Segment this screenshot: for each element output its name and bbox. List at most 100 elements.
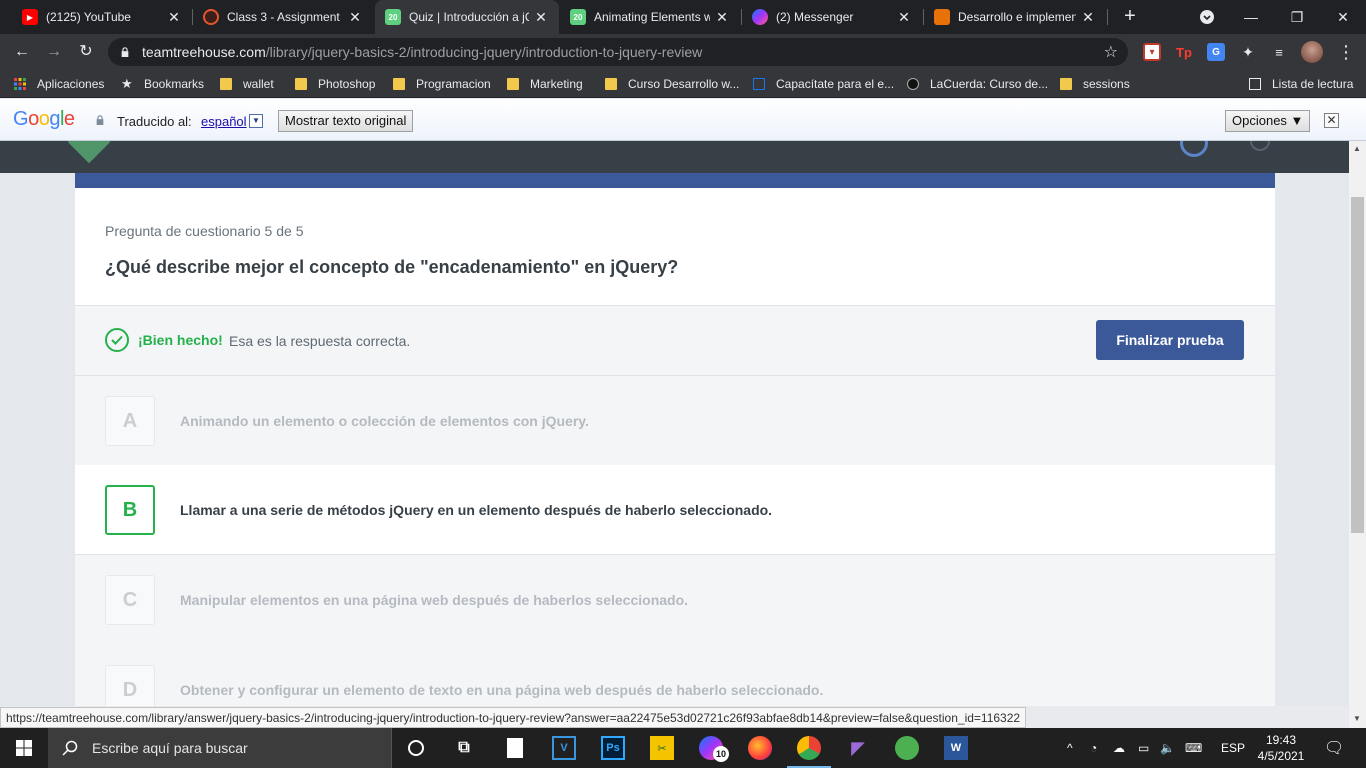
restore-button[interactable]: ❐ bbox=[1274, 0, 1320, 34]
bookmark-wallet[interactable]: wallet bbox=[220, 76, 274, 92]
tab-search-button[interactable] bbox=[1184, 0, 1230, 34]
slides-icon bbox=[934, 9, 950, 25]
address-bar[interactable]: teamtreehouse.com/library/jquery-basics-… bbox=[108, 38, 1128, 66]
language-dropdown-icon[interactable]: ▼ bbox=[249, 114, 263, 128]
close-tab-icon[interactable]: ✕ bbox=[533, 9, 549, 26]
system-clock[interactable]: 19:43 4/5/2021 bbox=[1252, 732, 1310, 764]
bookmarks-bar: Aplicaciones ★ Bookmarks wallet Photosho… bbox=[0, 70, 1366, 98]
snipping-tool-icon[interactable]: ✂ bbox=[650, 736, 674, 760]
chevron-down-icon bbox=[1200, 10, 1214, 24]
quiz-header-strip bbox=[75, 173, 1275, 188]
show-hidden-icons-button[interactable]: ^ bbox=[1067, 728, 1073, 768]
forward-button[interactable]: → bbox=[42, 40, 66, 64]
bookmark-photoshop[interactable]: Photoshop bbox=[295, 76, 375, 92]
treehouse-icon: 20 bbox=[385, 9, 401, 25]
messenger-app-icon[interactable]: 10 bbox=[699, 736, 729, 762]
tab-quiz[interactable]: 20 Quiz | Introducción a jQ ✕ bbox=[375, 0, 559, 34]
answer-option-c[interactable]: C Manipular elementos en una página web … bbox=[75, 555, 1275, 645]
bookmark-star-icon[interactable]: ☆ bbox=[1104, 42, 1118, 62]
scroll-down-arrow-icon[interactable]: ▼ bbox=[1353, 714, 1361, 723]
close-tab-icon[interactable]: ✕ bbox=[347, 9, 363, 26]
chrome-icon[interactable] bbox=[787, 736, 831, 768]
media-control-icon[interactable]: ≡ bbox=[1270, 43, 1288, 61]
close-tab-icon[interactable]: ✕ bbox=[896, 9, 912, 26]
close-tab-icon[interactable]: ✕ bbox=[714, 9, 730, 26]
bookmark-programacion[interactable]: Programacion bbox=[393, 76, 491, 92]
tab-desarrollo[interactable]: Desarrollo e implemen ✕ bbox=[924, 0, 1106, 34]
greenshot-icon[interactable] bbox=[895, 736, 919, 760]
start-button[interactable] bbox=[0, 728, 48, 768]
answer-letter: C bbox=[105, 575, 155, 625]
photoshop-icon[interactable]: Ps bbox=[601, 736, 625, 760]
tab-animating[interactable]: 20 Animating Elements w ✕ bbox=[560, 0, 740, 34]
progress-ring-icon bbox=[1180, 141, 1208, 157]
extensions-puzzle-icon[interactable]: ✦ bbox=[1239, 43, 1257, 61]
close-window-button[interactable]: ✕ bbox=[1320, 0, 1366, 34]
firefox-icon[interactable] bbox=[748, 736, 772, 760]
close-tab-icon[interactable]: ✕ bbox=[1080, 9, 1096, 26]
question-card: Pregunta de cuestionario 5 de 5 ¿Qué des… bbox=[75, 188, 1275, 306]
new-tab-button[interactable]: + bbox=[1118, 4, 1142, 28]
tp-extension-icon[interactable]: Tp bbox=[1175, 43, 1193, 61]
volume-icon[interactable]: 🔈 bbox=[1160, 728, 1175, 768]
lock-icon bbox=[121, 47, 129, 57]
profile-avatar[interactable] bbox=[1301, 41, 1323, 63]
visual-studio-icon[interactable]: ◤ bbox=[846, 736, 870, 760]
onedrive-icon[interactable]: ☁ bbox=[1113, 728, 1125, 768]
bookmark-capacitate[interactable]: Capacítate para el e... bbox=[753, 76, 894, 92]
file-icon[interactable] bbox=[503, 736, 527, 760]
battery-icon[interactable]: ▭ bbox=[1138, 728, 1149, 768]
finish-quiz-button[interactable]: Finalizar prueba bbox=[1096, 320, 1244, 360]
answer-option-d[interactable]: D Obtener y configurar un elemento de te… bbox=[75, 645, 1275, 706]
input-language[interactable]: ESP bbox=[1221, 728, 1245, 768]
bookmark-label: Bookmarks bbox=[144, 77, 205, 91]
tab-title: (2) Messenger bbox=[776, 10, 854, 24]
action-center-icon[interactable]: 🗨 bbox=[1324, 728, 1344, 768]
tab-class3[interactable]: Class 3 - Assignment 3 ✕ bbox=[193, 0, 373, 34]
back-button[interactable]: ← bbox=[10, 40, 34, 64]
target-language-link[interactable]: español bbox=[201, 114, 247, 129]
translate-options-button[interactable]: Opciones ▼ bbox=[1225, 110, 1311, 132]
browser-toolbar: ← → ↻ teamtreehouse.com/library/jquery-b… bbox=[0, 34, 1366, 70]
scroll-up-arrow-icon[interactable]: ▲ bbox=[1353, 144, 1361, 153]
browser-menu-icon[interactable]: ⋮ bbox=[1334, 40, 1358, 64]
clock-date: 4/5/2021 bbox=[1257, 749, 1305, 763]
close-tab-icon[interactable]: ✕ bbox=[166, 9, 182, 26]
bookmark-label: LaCuerda: Curso de... bbox=[930, 77, 1049, 91]
show-original-button[interactable]: Mostrar texto original bbox=[278, 110, 414, 132]
bookmark-marketing[interactable]: Marketing bbox=[507, 76, 583, 92]
scrollbar-thumb[interactable] bbox=[1351, 197, 1364, 533]
folder-icon bbox=[1060, 78, 1072, 90]
bookmark-apps[interactable]: Aplicaciones bbox=[14, 76, 104, 92]
treehouse-logo bbox=[67, 141, 111, 164]
close-translate-bar-icon[interactable]: ✕ bbox=[1324, 113, 1339, 128]
bookmark-label: wallet bbox=[243, 77, 274, 91]
word-icon[interactable]: W bbox=[944, 736, 968, 760]
answer-option-a[interactable]: A Animando un elemento o colección de el… bbox=[75, 376, 1275, 466]
reading-list-button[interactable]: Lista de lectura bbox=[1249, 76, 1353, 92]
bookmark-bookmarks[interactable]: ★ Bookmarks bbox=[121, 76, 204, 92]
page-scrollbar[interactable]: ▲ ▼ bbox=[1349, 141, 1366, 728]
pocket-extension-icon[interactable]: ▾ bbox=[1143, 43, 1161, 61]
bookmark-curso-desarrollo[interactable]: Curso Desarrollo w... bbox=[605, 76, 739, 92]
translate-extension-icon[interactable]: G bbox=[1207, 43, 1225, 61]
bookmark-label: Marketing bbox=[530, 77, 583, 91]
bookmark-lacuerda[interactable]: LaCuerda: Curso de... bbox=[907, 76, 1048, 92]
tab-title: (2125) YouTube bbox=[46, 10, 131, 24]
keyboard-icon[interactable]: ⌨ bbox=[1185, 728, 1202, 768]
taskbar-search[interactable]: Escribe aquí para buscar bbox=[48, 728, 392, 768]
answer-text: Obtener y configurar un elemento de text… bbox=[180, 682, 824, 698]
tab-messenger[interactable]: (2) Messenger ✕ bbox=[742, 0, 922, 34]
bookmark-sessions[interactable]: sessions bbox=[1060, 76, 1130, 92]
reading-list-icon bbox=[1249, 78, 1261, 90]
network-icon[interactable]: ◔ bbox=[1090, 728, 1097, 768]
answer-option-b[interactable]: B Llamar a una serie de métodos jQuery e… bbox=[75, 465, 1275, 555]
tab-youtube[interactable]: ▶ (2125) YouTube ✕ bbox=[12, 0, 192, 34]
answer-letter: A bbox=[105, 396, 155, 446]
task-view-icon[interactable]: ⧉ bbox=[452, 736, 476, 760]
reload-button[interactable]: ↻ bbox=[74, 40, 98, 64]
apps-grid-icon bbox=[14, 78, 26, 90]
vue-app-icon[interactable]: V bbox=[552, 736, 576, 760]
minimize-button[interactable]: — bbox=[1228, 0, 1274, 34]
cortana-icon[interactable] bbox=[404, 736, 428, 760]
